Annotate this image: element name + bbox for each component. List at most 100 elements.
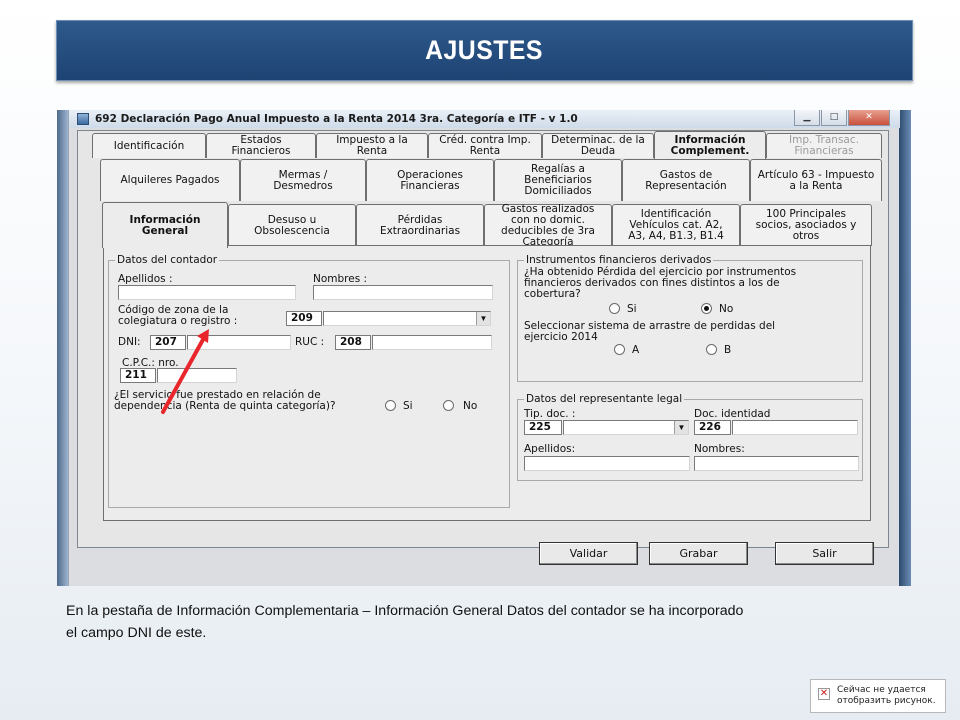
chevron-down-icon[interactable]: ▼ [674, 421, 688, 434]
tab-operaciones-financieras[interactable]: Operaciones Financieras [366, 159, 494, 201]
tab-informacion-complement[interactable]: Información Complement. [654, 131, 766, 159]
minimize-icon[interactable]: ▁ [794, 110, 820, 126]
arrastre-question: Seleccionar sistema de arrastre de perdi… [524, 320, 776, 343]
tab-label: Gastos de Representación [645, 168, 727, 192]
cpc-input[interactable] [157, 368, 237, 383]
tab-label: Información General [129, 213, 201, 237]
desktop-left-edge [57, 110, 68, 586]
rep-nombres-label: Nombres: [694, 443, 745, 455]
contador-apellidos-label: Apellidos : [118, 273, 173, 285]
instrumentos-si-radio[interactable] [609, 303, 620, 314]
rep-apellidos-label: Apellidos: [524, 443, 576, 455]
screenshot-area: 692 Declaración Pago Anual Impuesto a la… [57, 110, 911, 586]
tab-identificacion-vehiculos[interactable]: Identificación Vehículos cat. A2, A3, A4… [612, 204, 740, 246]
zona-colegiatura-label: Código de zona de la colegiatura o regis… [118, 304, 238, 327]
servicio-si-radio[interactable] [385, 400, 396, 411]
broken-image-line-2: отобразить рисунок. [837, 696, 936, 706]
contador-apellidos-input[interactable] [118, 285, 296, 300]
tip-doc-label: Tip. doc. : [524, 408, 576, 420]
rep-nombres-input[interactable] [694, 456, 859, 471]
dni-label: DNI: [118, 336, 141, 348]
tab-mermas-desmedros[interactable]: Mermas / Desmedros [240, 159, 366, 201]
grabar-button[interactable]: Grabar [649, 542, 748, 565]
tab-imp-transac-financieras[interactable]: Imp. Transac. Financieras [766, 133, 882, 158]
dni-code: 207 [150, 335, 186, 350]
instrumentos-group-label: Instrumentos financieros derivados [524, 254, 714, 266]
tab-label: Regalías a Beneficiarios Domiciliados [524, 163, 592, 197]
app-icon [77, 113, 89, 125]
dni-input[interactable] [187, 335, 291, 350]
doc-identidad-input[interactable] [732, 420, 858, 435]
informacion-general-panel: Datos del contador Apellidos : Nombres :… [103, 245, 871, 521]
arrastre-b-label: B [724, 344, 732, 356]
tip-doc-code: 225 [524, 420, 562, 435]
contador-group: Datos del contador Apellidos : Nombres :… [108, 254, 510, 508]
tab-estados-financieros[interactable]: Estados Financieros [206, 133, 316, 158]
close-icon[interactable]: ✕ [848, 110, 890, 126]
tab-label: Operaciones Financieras [397, 168, 463, 192]
ruc-input[interactable] [372, 335, 492, 350]
tab-desuso-obsolescencia[interactable]: Desuso u Obsolescencia [228, 204, 356, 246]
servicio-si-label: Si [403, 400, 413, 412]
contador-nombres-input[interactable] [313, 285, 493, 300]
salir-button[interactable]: Salir [775, 542, 874, 565]
tab-100-principales-socios[interactable]: 100 Principales socios, asociados y otro… [740, 204, 872, 246]
tab-alquileres-pagados[interactable]: Alquileres Pagados [100, 159, 240, 201]
instrumentos-no-label: No [719, 303, 734, 315]
tab-gastos-representacion[interactable]: Gastos de Representación [622, 159, 750, 201]
broken-image-line-1: Сейчас не удается [837, 685, 926, 695]
window-title-bar: 692 Declaración Pago Anual Impuesto a la… [69, 110, 900, 128]
arrastre-b-radio[interactable] [706, 344, 717, 355]
tab-label: Créd. contra Imp. Renta [439, 134, 531, 157]
broken-image-icon: ✕ [818, 688, 830, 700]
tab-label: Artículo 63 - Impuesto a la Renta [757, 168, 875, 192]
cpc-code: 211 [120, 368, 156, 383]
tab-regalias[interactable]: Regalías a Beneficiarios Domiciliados [494, 159, 622, 201]
tab-label: Gastos realizados con no domic. deducibl… [501, 202, 595, 248]
tab-articulo-63[interactable]: Artículo 63 - Impuesto a la Renta [750, 159, 882, 201]
tab-identificacion[interactable]: Identificación [92, 133, 206, 158]
slide-title: AJUSTES [425, 35, 544, 65]
ruc-code: 208 [335, 335, 371, 350]
servicio-no-radio[interactable] [443, 400, 454, 411]
tab-label: Imp. Transac. Financieras [789, 134, 859, 157]
tip-doc-combo[interactable]: ▼ [563, 420, 689, 435]
broken-image-placeholder: ✕ Сейчас не удается отобразить рисунок. [810, 679, 946, 713]
tab-label: Mermas / Desmedros [273, 168, 333, 192]
contador-group-label: Datos del contador [115, 254, 220, 266]
tab-informacion-general[interactable]: Información General [102, 202, 228, 248]
tab-determinac-deuda[interactable]: Determinac. de la Deuda [542, 133, 654, 158]
window-title: 692 Declaración Pago Anual Impuesto a la… [95, 113, 578, 125]
rep-apellidos-input[interactable] [524, 456, 690, 471]
validar-button[interactable]: Validar [539, 542, 638, 565]
doc-identidad-code: 226 [694, 420, 731, 435]
contador-nombres-label: Nombres : [313, 273, 368, 285]
tab-label: Estados Financieros [231, 134, 291, 157]
ruc-label: RUC : [295, 336, 325, 348]
instrumentos-no-radio[interactable] [701, 303, 712, 314]
tab-impuesto-renta[interactable]: Impuesto a la Renta [316, 133, 428, 158]
representante-group: Datos del representante legal Tip. doc. … [517, 393, 863, 481]
app-window: 692 Declaración Pago Anual Impuesto a la… [68, 110, 900, 586]
slide-title-bar: AJUSTES [56, 20, 913, 81]
arrastre-a-label: A [632, 344, 640, 356]
tab-gastos-no-domic[interactable]: Gastos realizados con no domic. deducibl… [484, 202, 612, 248]
instrumentos-question: ¿Ha obtenido Pérdida del ejercicio por i… [524, 266, 797, 300]
servicio-no-label: No [463, 400, 478, 412]
tab-label: Impuesto a la Renta [336, 134, 408, 157]
tab-label: Identificación [113, 139, 185, 152]
zona-colegiatura-combo[interactable]: ▼ [323, 311, 491, 326]
tab-cred-contra-imp[interactable]: Créd. contra Imp. Renta [428, 133, 542, 158]
tab-perdidas-extraordinarias[interactable]: Pérdidas Extraordinarias [356, 204, 484, 246]
arrastre-a-radio[interactable] [614, 344, 625, 355]
representante-group-label: Datos del representante legal [524, 393, 685, 405]
tab-label: Información Complement. [670, 133, 750, 157]
tab-label: Identificación Vehículos cat. A2, A3, A4… [628, 208, 724, 242]
slide-caption: En la pestaña de Información Complementa… [66, 600, 916, 644]
window-controls: ▁ □ ✕ [794, 110, 890, 126]
instrumentos-si-label: Si [627, 303, 637, 315]
chevron-down-icon[interactable]: ▼ [476, 312, 490, 325]
maximize-icon[interactable]: □ [821, 110, 847, 126]
servicio-question: ¿El servicio fue prestado en relación de… [114, 389, 336, 412]
caption-line-1: En la pestaña de Información Complementa… [66, 603, 744, 619]
